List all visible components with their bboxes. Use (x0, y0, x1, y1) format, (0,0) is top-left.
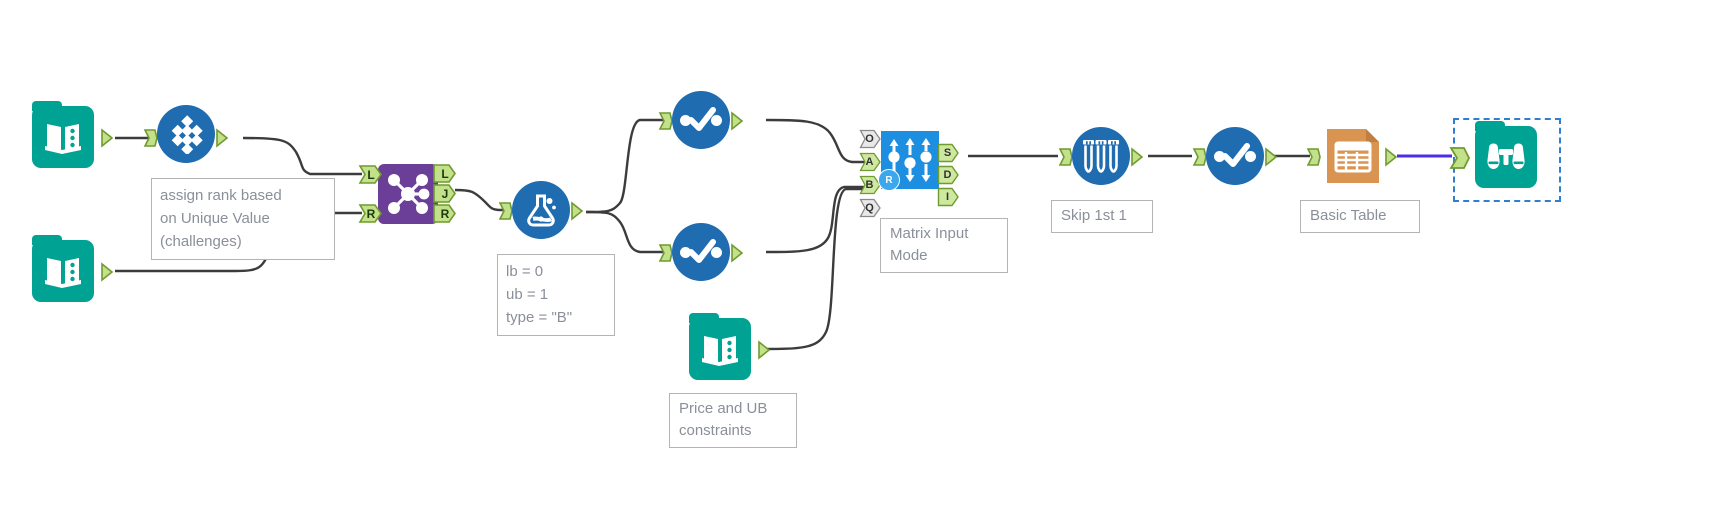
binoculars-icon (1475, 121, 1537, 188)
port-label: Q (865, 201, 874, 214)
report-table-icon (1324, 127, 1382, 185)
unique-tool[interactable] (143, 105, 229, 163)
output-anchor[interactable] (570, 201, 586, 221)
sliders-arrows-icon: R (878, 131, 939, 191)
port-label: A (865, 155, 874, 168)
input-data-tool-bottom[interactable] (32, 235, 114, 302)
optimization-input-anchor-o[interactable]: O (859, 129, 883, 149)
workflow-canvas[interactable]: assign rank based on Unique Value (chall… (0, 0, 1717, 510)
port-label: B (865, 178, 874, 191)
input-data-tool-price[interactable] (689, 313, 771, 380)
optimization-model-tool[interactable] (498, 181, 584, 239)
select-tool-top[interactable] (658, 91, 744, 149)
output-anchor[interactable] (100, 128, 116, 148)
book-input-icon (32, 235, 94, 302)
output-anchor[interactable] (1264, 147, 1280, 167)
join-port-label: R (440, 206, 450, 221)
optimization-tool[interactable]: O A B Q R S D I (859, 129, 959, 218)
join-port-label: R (366, 206, 376, 221)
output-anchor[interactable] (215, 128, 231, 148)
join-output-anchor-j[interactable]: J (432, 183, 458, 204)
output-anchor[interactable] (730, 243, 746, 263)
diamond-grid-icon (157, 105, 215, 163)
select-tool-bottom[interactable] (658, 223, 744, 281)
annotation-assign-rank: assign rank based on Unique Value (chall… (151, 178, 335, 260)
join-port-label: J (441, 186, 449, 201)
r-language-badge-icon: R (878, 169, 900, 191)
output-anchor[interactable] (757, 340, 773, 360)
join-input-anchor-r[interactable]: R (358, 203, 384, 224)
sample-tool[interactable] (1058, 127, 1144, 185)
test-tubes-icon (1072, 127, 1130, 185)
port-label: S (943, 146, 952, 159)
port-label: I (945, 190, 950, 203)
checkmark-circle-icon (672, 91, 730, 149)
annotation-basic-table: Basic Table (1300, 200, 1420, 233)
join-output-anchor-r[interactable]: R (432, 203, 458, 224)
output-anchor[interactable] (100, 262, 116, 282)
port-label: D (943, 168, 952, 181)
flask-icon (512, 181, 570, 239)
optimization-output-anchor-i[interactable]: I (937, 187, 961, 207)
output-anchor[interactable] (1384, 147, 1400, 167)
annotation-bounds: lb = 0 ub = 1 type = "B" (497, 254, 615, 336)
join-output-anchor-l[interactable]: L (432, 163, 458, 184)
checkmark-circle-icon (672, 223, 730, 281)
optimization-input-anchor-q[interactable]: Q (859, 198, 883, 218)
book-input-icon (32, 101, 94, 168)
join-nodes-icon (378, 164, 438, 224)
table-tool[interactable] (1306, 127, 1398, 185)
book-input-icon (689, 313, 751, 380)
input-anchor[interactable] (1306, 147, 1322, 167)
optimization-output-anchor-d[interactable]: D (937, 165, 961, 185)
optimization-output-anchor-s[interactable]: S (937, 143, 961, 163)
join-port-label: L (367, 167, 375, 182)
optimization-input-anchor-a[interactable]: A (859, 152, 883, 172)
output-anchor[interactable] (1130, 147, 1146, 167)
join-tool[interactable]: L R L J R (358, 164, 456, 224)
output-anchor[interactable] (730, 111, 746, 131)
join-port-label: L (441, 166, 449, 181)
join-input-anchor-l[interactable]: L (358, 164, 384, 185)
select-tool-right[interactable] (1192, 127, 1278, 185)
annotation-skip-first: Skip 1st 1 (1051, 200, 1153, 233)
port-label: O (865, 132, 874, 145)
input-data-tool-top[interactable] (32, 101, 114, 168)
annotation-price-ub: Price and UB constraints (669, 393, 797, 448)
input-anchor[interactable] (1449, 146, 1471, 169)
checkmark-circle-icon (1206, 127, 1264, 185)
annotation-matrix-input-mode: Matrix Input Mode (880, 218, 1008, 273)
browse-tool[interactable] (1449, 121, 1537, 188)
